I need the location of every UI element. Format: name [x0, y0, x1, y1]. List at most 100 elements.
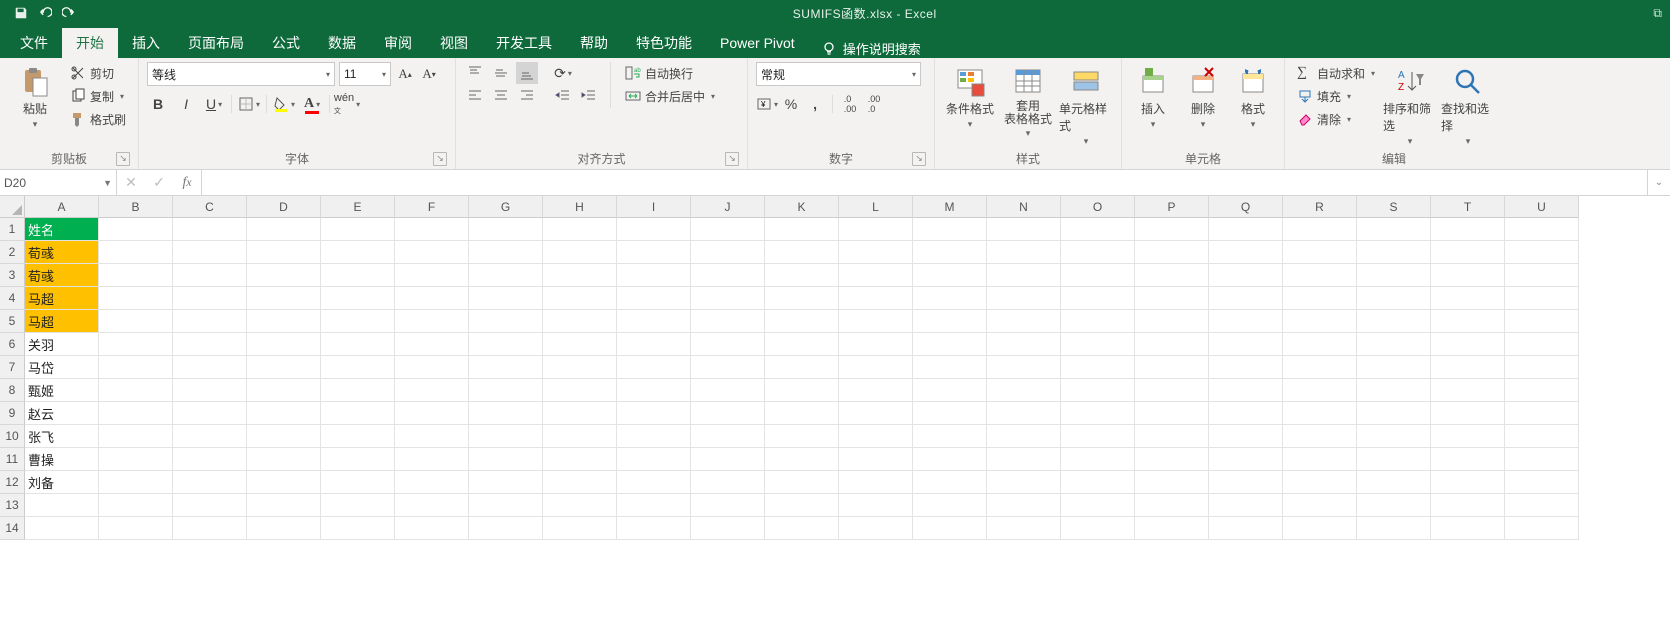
- cell[interactable]: [617, 264, 691, 287]
- cell[interactable]: [617, 356, 691, 379]
- cell[interactable]: [1431, 471, 1505, 494]
- cell[interactable]: [1505, 264, 1579, 287]
- column-header[interactable]: T: [1431, 196, 1505, 218]
- cell[interactable]: [173, 356, 247, 379]
- cell[interactable]: [1061, 310, 1135, 333]
- cell[interactable]: [765, 333, 839, 356]
- cell[interactable]: [839, 333, 913, 356]
- cell[interactable]: [765, 310, 839, 333]
- cell[interactable]: [913, 264, 987, 287]
- align-center-icon[interactable]: [490, 85, 512, 107]
- cell[interactable]: [913, 241, 987, 264]
- cell[interactable]: [321, 241, 395, 264]
- cell[interactable]: [1209, 333, 1283, 356]
- cell[interactable]: [247, 264, 321, 287]
- cell[interactable]: [987, 287, 1061, 310]
- cell[interactable]: [1505, 379, 1579, 402]
- row-header[interactable]: 10: [0, 425, 25, 448]
- row-header[interactable]: 1: [0, 218, 25, 241]
- cell[interactable]: [321, 356, 395, 379]
- tab-帮助[interactable]: 帮助: [566, 28, 622, 58]
- tab-视图[interactable]: 视图: [426, 28, 482, 58]
- cell[interactable]: [691, 494, 765, 517]
- cell[interactable]: [1357, 333, 1431, 356]
- cell[interactable]: [691, 448, 765, 471]
- cell[interactable]: [543, 517, 617, 540]
- column-header[interactable]: S: [1357, 196, 1431, 218]
- row-header[interactable]: 5: [0, 310, 25, 333]
- cell[interactable]: [1209, 448, 1283, 471]
- cell[interactable]: [617, 218, 691, 241]
- cell[interactable]: [1061, 333, 1135, 356]
- cell[interactable]: [321, 379, 395, 402]
- cell[interactable]: [913, 333, 987, 356]
- cell[interactable]: [839, 310, 913, 333]
- tab-Power Pivot[interactable]: Power Pivot: [706, 28, 809, 58]
- cell[interactable]: 马岱: [25, 356, 99, 379]
- row-header[interactable]: 2: [0, 241, 25, 264]
- border-button[interactable]: ▾: [238, 93, 260, 115]
- dialog-launcher-icon[interactable]: ↘: [725, 152, 739, 166]
- cell[interactable]: [1135, 471, 1209, 494]
- bold-button[interactable]: B: [147, 93, 169, 115]
- cell[interactable]: [173, 448, 247, 471]
- cell[interactable]: [987, 471, 1061, 494]
- cell[interactable]: [913, 379, 987, 402]
- enter-formula-icon[interactable]: ✓: [145, 172, 173, 194]
- column-header[interactable]: A: [25, 196, 99, 218]
- column-header[interactable]: D: [247, 196, 321, 218]
- name-box[interactable]: D20 ▼: [0, 170, 117, 195]
- cell[interactable]: [1357, 402, 1431, 425]
- cell[interactable]: [987, 402, 1061, 425]
- cell[interactable]: [839, 494, 913, 517]
- cell[interactable]: [691, 333, 765, 356]
- cell[interactable]: [1061, 402, 1135, 425]
- cell[interactable]: [1357, 494, 1431, 517]
- cell[interactable]: [1135, 402, 1209, 425]
- cell[interactable]: [617, 379, 691, 402]
- cell[interactable]: [173, 471, 247, 494]
- cell[interactable]: [1135, 494, 1209, 517]
- cell[interactable]: [321, 264, 395, 287]
- cell[interactable]: [617, 517, 691, 540]
- cell[interactable]: [839, 517, 913, 540]
- cell[interactable]: [1357, 287, 1431, 310]
- column-header[interactable]: M: [913, 196, 987, 218]
- cell[interactable]: [469, 264, 543, 287]
- cell[interactable]: [395, 287, 469, 310]
- cell[interactable]: [1431, 494, 1505, 517]
- cell[interactable]: [99, 287, 173, 310]
- cell[interactable]: [1431, 241, 1505, 264]
- cell[interactable]: [25, 517, 99, 540]
- cell[interactable]: [173, 218, 247, 241]
- cell[interactable]: [395, 471, 469, 494]
- cell[interactable]: [321, 494, 395, 517]
- cell[interactable]: [543, 264, 617, 287]
- font-color-button[interactable]: A▾: [301, 93, 323, 115]
- cut-button[interactable]: 剪切: [66, 62, 130, 84]
- cell[interactable]: [99, 448, 173, 471]
- font-name-select[interactable]: 等线▾: [147, 62, 335, 86]
- cell[interactable]: [839, 425, 913, 448]
- cell[interactable]: [321, 310, 395, 333]
- column-header[interactable]: F: [395, 196, 469, 218]
- cell[interactable]: [1283, 287, 1357, 310]
- cell[interactable]: [617, 425, 691, 448]
- increase-font-icon[interactable]: A▴: [395, 64, 415, 84]
- column-header[interactable]: H: [543, 196, 617, 218]
- column-header[interactable]: B: [99, 196, 173, 218]
- cell[interactable]: [1061, 264, 1135, 287]
- cell[interactable]: [765, 218, 839, 241]
- cell[interactable]: [1209, 264, 1283, 287]
- cell[interactable]: [1505, 425, 1579, 448]
- cell[interactable]: [469, 448, 543, 471]
- cell[interactable]: [247, 448, 321, 471]
- cell[interactable]: [1431, 402, 1505, 425]
- cell[interactable]: [913, 425, 987, 448]
- cell[interactable]: [1135, 379, 1209, 402]
- cell[interactable]: [1431, 310, 1505, 333]
- cancel-formula-icon[interactable]: ✕: [117, 172, 145, 194]
- cell[interactable]: [1135, 333, 1209, 356]
- increase-indent-icon[interactable]: [578, 85, 600, 107]
- cell[interactable]: [543, 333, 617, 356]
